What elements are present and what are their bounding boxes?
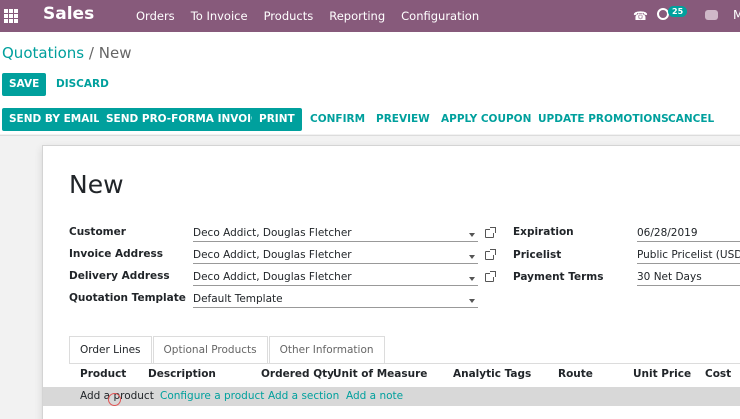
- expiration-label: Expiration: [513, 226, 574, 238]
- menu-item-orders[interactable]: Orders: [136, 0, 175, 32]
- top-navbar: Sales Orders To Invoice Products Reporti…: [0, 0, 740, 32]
- phone-icon[interactable]: ☎: [633, 9, 648, 23]
- payment-terms-label: Payment Terms: [513, 271, 604, 283]
- pricelist-label: Pricelist: [513, 249, 562, 261]
- pricelist-field[interactable]: Public Pricelist (USD): [637, 249, 740, 264]
- apply-coupon-button[interactable]: APPLY COUPON: [434, 108, 538, 131]
- preview-button[interactable]: PREVIEW: [369, 108, 437, 131]
- discard-button[interactable]: DISCARD: [49, 73, 116, 96]
- quotation-template-label: Quotation Template: [69, 292, 186, 304]
- invoice-address-external-link-icon[interactable]: [485, 249, 496, 260]
- column-header-analytic-tags[interactable]: Analytic Tags: [453, 368, 531, 380]
- main-menu: Orders To Invoice Products Reporting Con…: [136, 0, 495, 32]
- user-menu[interactable]: M: [733, 8, 740, 22]
- activity-count-badge: 25: [668, 6, 688, 17]
- column-header-unit-of-measure[interactable]: Unit of Measure: [333, 368, 427, 380]
- add-line-row: Add a product Configure a product Add a …: [43, 387, 740, 406]
- form-sheet: New Customer Deco Addict, Douglas Fletch…: [42, 145, 740, 419]
- app-title[interactable]: Sales: [43, 4, 94, 24]
- send-by-email-button[interactable]: SEND BY EMAIL: [2, 108, 107, 131]
- invoice-address-field[interactable]: Deco Addict, Douglas Fletcher: [193, 249, 478, 264]
- menu-item-configuration[interactable]: Configuration: [401, 0, 479, 32]
- statusbar-divider: [0, 135, 740, 136]
- configure-product-link[interactable]: Configure a product: [160, 390, 264, 402]
- quotation-template-caret-down-icon[interactable]: [469, 299, 475, 303]
- add-section-link[interactable]: Add a section: [268, 390, 339, 402]
- tab-divider: [69, 363, 740, 364]
- column-header-description[interactable]: Description: [148, 368, 216, 380]
- customer-field[interactable]: Deco Addict, Douglas Fletcher: [193, 227, 478, 242]
- invoice-address-caret-down-icon[interactable]: [469, 255, 475, 259]
- customer-caret-down-icon[interactable]: [469, 233, 475, 237]
- column-header-cost[interactable]: Cost: [705, 368, 731, 380]
- tab-optional-products[interactable]: Optional Products: [152, 336, 268, 363]
- expiration-field[interactable]: 06/28/2019: [637, 227, 740, 242]
- cancel-button[interactable]: CANCEL: [661, 108, 721, 131]
- print-button[interactable]: PRINT: [252, 108, 302, 131]
- breadcrumb-quotations[interactable]: Quotations: [2, 44, 84, 62]
- delivery-address-caret-down-icon[interactable]: [469, 277, 475, 281]
- tab-order-lines[interactable]: Order Lines: [69, 336, 152, 363]
- column-header-route[interactable]: Route: [558, 368, 593, 380]
- click-indicator: [108, 393, 121, 406]
- breadcrumb-current: New: [98, 44, 132, 62]
- invoice-address-label: Invoice Address: [69, 248, 163, 260]
- chat-icon[interactable]: [705, 10, 718, 20]
- control-panel: Quotations / New SAVE DISCARD SEND BY EM…: [0, 32, 740, 136]
- column-header-ordered-qty[interactable]: Ordered Qty: [261, 368, 334, 380]
- payment-terms-field[interactable]: 30 Net Days: [637, 271, 740, 286]
- menu-item-to-invoice[interactable]: To Invoice: [191, 0, 248, 32]
- add-note-link[interactable]: Add a note: [346, 390, 403, 402]
- page-title: New: [69, 170, 124, 199]
- customer-label: Customer: [69, 226, 126, 238]
- send-pro-forma-invoice-button[interactable]: SEND PRO-FORMA INVOICE: [99, 108, 273, 131]
- save-button[interactable]: SAVE: [2, 73, 47, 96]
- customer-external-link-icon[interactable]: [485, 227, 496, 238]
- delivery-address-external-link-icon[interactable]: [485, 271, 496, 282]
- quotation-template-field[interactable]: Default Template: [193, 293, 478, 308]
- column-header-product[interactable]: Product: [80, 368, 126, 380]
- breadcrumb-separator: /: [88, 44, 94, 62]
- apps-grid-icon[interactable]: [4, 9, 18, 23]
- breadcrumb: Quotations / New: [2, 44, 131, 62]
- menu-item-reporting[interactable]: Reporting: [329, 0, 385, 32]
- delivery-address-label: Delivery Address: [69, 270, 170, 282]
- update-promotions-button[interactable]: UPDATE PROMOTIONS: [531, 108, 676, 131]
- confirm-button[interactable]: CONFIRM: [303, 108, 372, 131]
- column-header-unit-price[interactable]: Unit Price: [633, 368, 691, 380]
- delivery-address-field[interactable]: Deco Addict, Douglas Fletcher: [193, 271, 478, 286]
- menu-item-products[interactable]: Products: [264, 0, 314, 32]
- form-tabs: Order Lines Optional Products Other Info…: [69, 336, 386, 363]
- tab-other-information[interactable]: Other Information: [268, 336, 385, 363]
